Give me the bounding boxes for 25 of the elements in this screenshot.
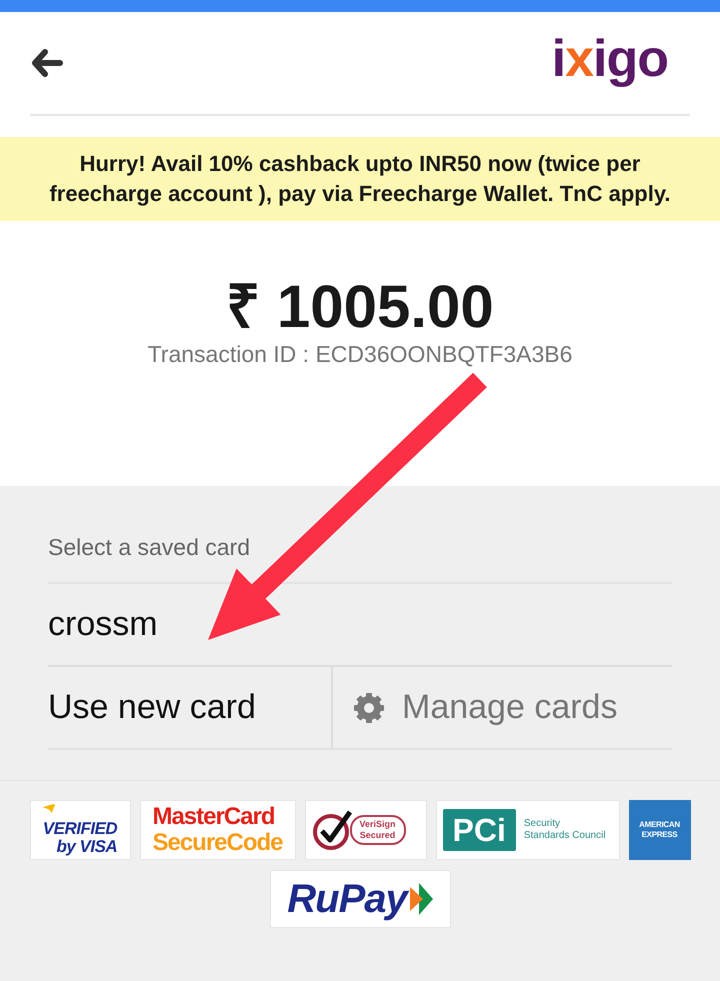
- logo-text: Secured: [360, 830, 396, 841]
- logo-text: VERIFIED: [42, 820, 118, 838]
- logo-text: SecureCode: [152, 830, 283, 856]
- logo-text: Standards Council: [524, 830, 606, 842]
- chevron-icon: [408, 881, 433, 917]
- cashback-banner: Hurry! Avail 10% cashback upto INR50 now (twice per freecharge account ), pay via Freecharge Wallet. TnC apply.: [0, 137, 720, 221]
- amount-text: ₹ 1005.00: [226, 273, 494, 341]
- logo-text: AMERICAN: [639, 820, 680, 830]
- logo-wordmark: PCi: [442, 809, 516, 851]
- logo-text: by VISA: [56, 838, 118, 856]
- brand-logo: ixigo: [552, 29, 668, 89]
- back-button[interactable]: [30, 48, 64, 78]
- gear-icon: [352, 690, 386, 724]
- swoosh-icon: [40, 804, 56, 813]
- transaction-id: Transaction ID : ECD36OONBQTF3A3B6: [148, 341, 572, 367]
- logo-text: VeriSign: [360, 819, 396, 830]
- logo-text: Security: [524, 818, 561, 830]
- back-arrow-icon: [30, 48, 64, 78]
- saved-card-label: Select a saved card: [48, 534, 252, 562]
- checkmark-icon: [312, 809, 354, 851]
- logo-text: RuPay: [287, 876, 407, 922]
- logo-text: EXPRESS: [640, 830, 678, 840]
- manage-cards-button[interactable]: Manage cards: [333, 667, 672, 748]
- logo-text: MasterCard: [152, 804, 276, 830]
- new-card-button[interactable]: Use new card: [48, 667, 333, 748]
